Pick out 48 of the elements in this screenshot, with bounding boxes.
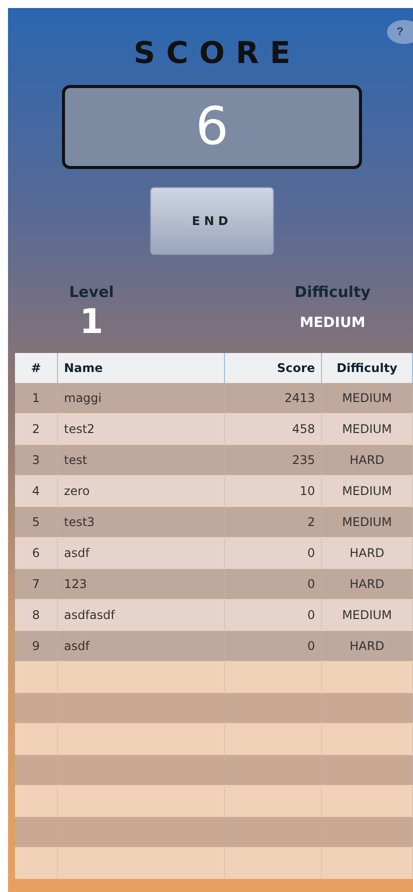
table-cell: 3 <box>15 444 58 476</box>
table-cell: asdf <box>58 630 224 662</box>
help-button[interactable]: ? <box>387 20 413 44</box>
table-cell: MEDIUM <box>322 600 412 630</box>
end-button[interactable]: END <box>150 187 274 255</box>
column-header[interactable]: Name <box>58 353 224 383</box>
column-header[interactable]: # <box>15 353 58 383</box>
table-cell: asdf <box>58 538 224 568</box>
table-cell: 235 <box>224 444 322 476</box>
table-cell: 0 <box>224 630 322 662</box>
score-display: 6 <box>62 85 362 169</box>
table-cell: 8 <box>15 600 58 630</box>
level-value: 1 <box>80 305 104 339</box>
table-cell: 9 <box>15 630 58 662</box>
table-cell: 0 <box>224 568 322 600</box>
table-cell: asdfasdf <box>58 600 224 630</box>
table-cell: 5 <box>15 506 58 538</box>
table-cell: 1 <box>15 383 58 414</box>
column-header[interactable]: Difficulty <box>322 353 412 383</box>
table-cell: 6 <box>15 538 58 568</box>
table-cell: HARD <box>322 538 412 568</box>
table-cell: 7 <box>15 568 58 600</box>
table-cell: 0 <box>224 600 322 630</box>
table-cell: HARD <box>322 444 412 476</box>
difficulty-value: MEDIUM <box>300 315 366 331</box>
table-cell: maggi <box>58 383 224 414</box>
table-cell: 458 <box>224 414 322 444</box>
table-cell: 2 <box>224 506 322 538</box>
table-cell: 10 <box>224 476 322 506</box>
table-cell: test <box>58 444 224 476</box>
table-cell: 0 <box>224 538 322 568</box>
table-cell: MEDIUM <box>322 506 412 538</box>
difficulty-label: Difficulty <box>294 283 370 301</box>
score-title: SCORE <box>132 36 302 71</box>
column-header[interactable]: Score <box>224 353 322 383</box>
table-cell: test2 <box>58 414 224 444</box>
table-cell: 2413 <box>224 383 322 414</box>
table-cell: MEDIUM <box>322 414 412 444</box>
table-cell: HARD <box>322 630 412 662</box>
table-cell: HARD <box>322 568 412 600</box>
table-cell: test3 <box>58 506 224 538</box>
level-label: Level <box>69 283 114 301</box>
table-cell: 123 <box>58 568 224 600</box>
table-cell: 4 <box>15 476 58 506</box>
table-cell: zero <box>58 476 224 506</box>
table-cell: 2 <box>15 414 58 444</box>
table-cell: MEDIUM <box>322 383 412 414</box>
table-cell: MEDIUM <box>322 476 412 506</box>
